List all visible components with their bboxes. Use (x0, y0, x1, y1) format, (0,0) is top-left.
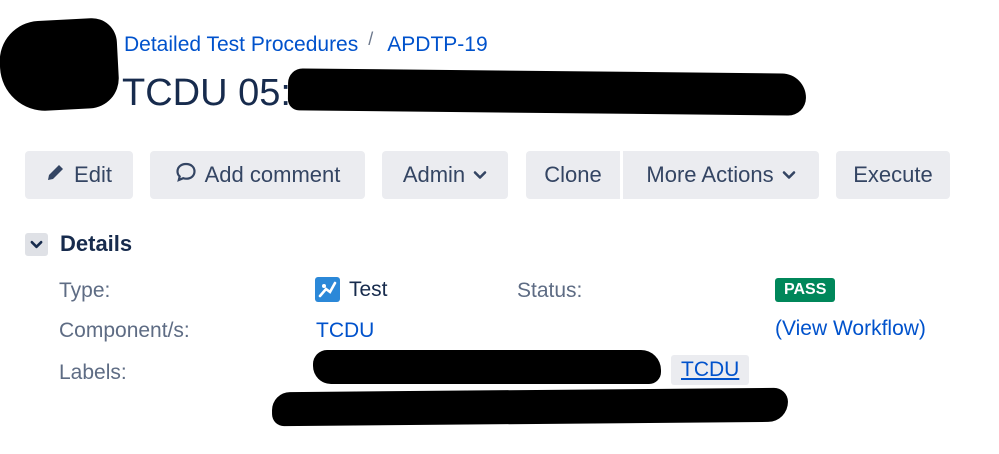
test-issue-icon (315, 277, 340, 302)
breadcrumb-issue-key-link[interactable]: APDTP-19 (387, 33, 487, 56)
breadcrumb-separator: / (368, 29, 374, 49)
more-actions-dropdown-button[interactable]: More Actions (623, 151, 819, 199)
details-heading: Details (60, 231, 133, 256)
clone-button[interactable]: Clone (526, 151, 620, 199)
add-comment-button-label: Add comment (204, 162, 341, 187)
breadcrumb: Detailed Test Procedures / APDTP-19 (124, 29, 488, 57)
redaction-scribble (271, 387, 789, 427)
details-section-header[interactable]: Details (25, 231, 132, 257)
status-badge: PASS (775, 278, 836, 302)
pencil-icon (46, 162, 66, 188)
execute-button-label: Execute (853, 162, 933, 187)
edit-button[interactable]: Edit (25, 151, 133, 199)
page-title: TCDU 05: (122, 72, 291, 114)
status-label: Status: (517, 279, 583, 302)
redaction-scribble (313, 350, 661, 384)
redaction-scribble (287, 68, 807, 116)
admin-button-label: Admin (402, 162, 466, 187)
component-label: Component/s: (59, 319, 190, 342)
chevron-down-icon[interactable] (25, 232, 48, 256)
component-link[interactable]: TCDU (316, 319, 374, 343)
label-tag[interactable]: TCDU (671, 355, 750, 385)
type-label: Type: (59, 279, 111, 302)
redaction-scribble (0, 16, 121, 114)
clone-button-label: Clone (544, 162, 602, 187)
execute-button[interactable]: Execute (836, 151, 950, 199)
breadcrumb-parent-link[interactable]: Detailed Test Procedures (124, 33, 358, 56)
type-value: Test (349, 278, 388, 301)
admin-dropdown-button[interactable]: Admin (382, 151, 508, 199)
labels-label: Labels: (59, 361, 127, 384)
add-comment-button[interactable]: Add comment (150, 151, 365, 199)
chevron-down-icon (782, 162, 796, 188)
edit-button-label: Edit (74, 162, 112, 187)
view-workflow-link[interactable]: (View Workflow) (775, 317, 926, 341)
comment-icon (175, 161, 197, 189)
more-actions-button-label: More Actions (646, 162, 774, 187)
chevron-down-icon (473, 162, 487, 188)
